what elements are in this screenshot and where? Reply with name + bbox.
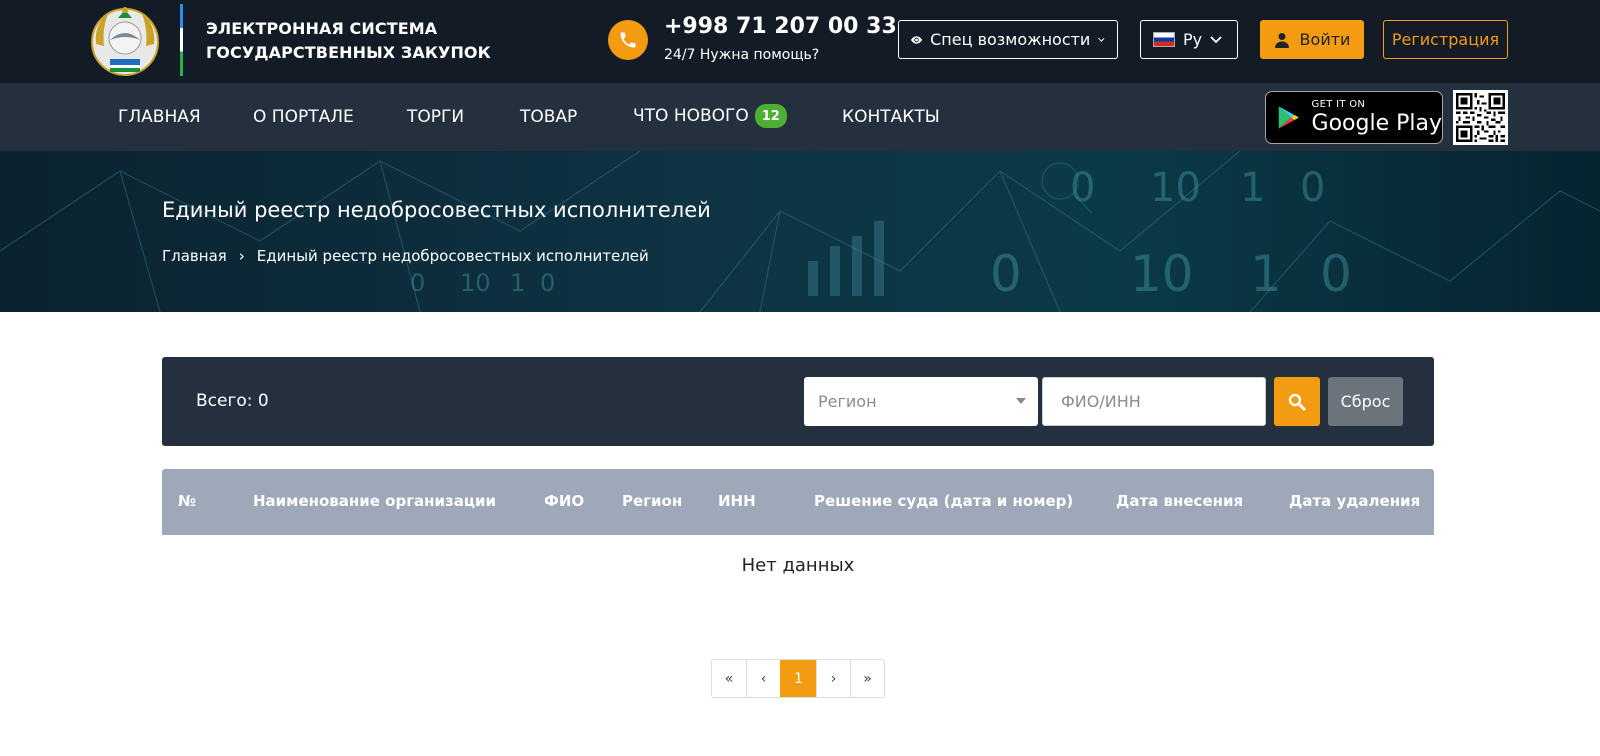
login-button[interactable]: Войти: [1260, 20, 1364, 59]
page-banner: 0 10 1 0 0 10 1 0 0 10 1 0 Единый реестр…: [0, 151, 1600, 312]
chevron-down-icon: [1098, 37, 1105, 42]
nav-item-about[interactable]: О ПОРТАЛЕ: [253, 107, 354, 127]
reset-button[interactable]: Сброс: [1328, 377, 1403, 426]
google-play-button[interactable]: GET IT ON Google Play: [1265, 91, 1443, 144]
filter-panel: Всего: 0 Регион Сброс: [162, 357, 1434, 446]
nav-item-home[interactable]: ГЛАВНАЯ: [118, 107, 201, 127]
banner-background-decoration: 0 10 1 0 0 10 1 0 0 10 1 0: [0, 151, 1600, 312]
banner-digit: 1: [1240, 165, 1265, 211]
phone-handset-icon: [620, 32, 636, 48]
nav-item-label: ТОВАР: [520, 107, 578, 127]
brand-line-1: ЭЛЕКТРОННАЯ СИСТЕМА: [206, 19, 438, 38]
chevron-down-icon: [1210, 35, 1222, 43]
banner-digit: 10: [460, 269, 491, 297]
top-header: ЭЛЕКТРОННАЯ СИСТЕМА ГОСУДАРСТВЕННЫХ ЗАКУ…: [0, 0, 1600, 83]
nav-item-label: ТОРГИ: [407, 107, 465, 127]
google-play-icon: [1278, 106, 1299, 129]
breadcrumb-current: Единый реестр недобросовестных исполните…: [256, 247, 649, 265]
nav-item-contacts[interactable]: КОНТАКТЫ: [842, 107, 940, 127]
nav-item-tenders[interactable]: ТОРГИ: [407, 107, 464, 127]
banner-digit: 10: [1150, 165, 1201, 211]
empty-table-message: Нет данных: [741, 555, 855, 576]
banner-digit: 1: [1250, 245, 1282, 303]
banner-digit: 0: [410, 269, 425, 297]
breadcrumb-separator: ›: [238, 247, 245, 265]
total-count: Всего: 0: [196, 391, 269, 411]
banner-digit: 0: [1320, 245, 1352, 303]
banner-digit: 0: [990, 245, 1022, 303]
column-header-number: №: [178, 492, 197, 510]
pagination-next[interactable]: ›: [816, 660, 850, 697]
nav-item-whats-new[interactable]: ЧТО НОВОГО 12: [633, 104, 787, 128]
breadcrumb-home-link[interactable]: Главная: [162, 247, 227, 265]
google-play-small-label: GET IT ON: [1311, 99, 1366, 110]
banner-digit: 10: [1130, 245, 1194, 303]
banner-digit: 1: [510, 269, 525, 297]
phone-number[interactable]: +998 71 207 00 33: [664, 14, 897, 39]
search-icon: [1288, 393, 1306, 410]
nav-item-label: О ПОРТАЛЕ: [253, 107, 354, 127]
caret-down-icon: [1016, 398, 1026, 404]
help-text: 24/7 Нужна помощь?: [664, 47, 820, 63]
brand-line-2: ГОСУДАРСТВЕННЫХ ЗАКУПОК: [206, 43, 491, 62]
breadcrumb: Главная › Единый реестр недобросовестных…: [162, 247, 649, 265]
column-header-fio: ФИО: [544, 492, 585, 510]
eye-icon: [911, 35, 923, 44]
news-count-badge: 12: [754, 104, 787, 128]
column-header-inn: ИНН: [718, 492, 756, 510]
google-play-text: GET IT ON Google Play: [1312, 100, 1442, 135]
fio-inn-input[interactable]: [1042, 377, 1266, 426]
brand-divider: [180, 4, 183, 76]
banner-digit: 0: [1070, 165, 1095, 211]
nav-item-label: ЧТО НОВОГО: [633, 106, 749, 126]
column-header-date-removed: Дата удаления: [1289, 492, 1421, 510]
user-icon: [1274, 32, 1289, 48]
pagination-current-page[interactable]: 1: [780, 660, 816, 697]
language-label: Ру: [1183, 30, 1203, 49]
column-header-court-decision: Решение суда (дата и номер): [814, 492, 1074, 510]
login-label: Войти: [1299, 30, 1351, 49]
accessibility-label: Спец возможности: [930, 30, 1091, 49]
banner-digit: 0: [540, 269, 555, 297]
state-emblem-icon[interactable]: [88, 4, 162, 78]
page-title: Единый реестр недобросовестных исполните…: [162, 198, 711, 222]
brand-title[interactable]: ЭЛЕКТРОННАЯ СИСТЕМА ГОСУДАРСТВЕННЫХ ЗАКУ…: [206, 17, 491, 65]
pagination-last[interactable]: »: [850, 660, 884, 697]
nav-item-label: КОНТАКТЫ: [842, 107, 940, 127]
column-header-date-added: Дата внесения: [1116, 492, 1244, 510]
phone-icon: [608, 20, 648, 60]
banner-digit: 0: [1300, 165, 1325, 211]
language-button[interactable]: Ру: [1140, 20, 1238, 59]
nav-item-goods[interactable]: ТОВАР: [520, 107, 577, 127]
column-header-region: Регион: [622, 492, 683, 510]
pagination-first[interactable]: «: [712, 660, 746, 697]
nav-item-label: ГЛАВНАЯ: [118, 107, 201, 127]
register-button[interactable]: Регистрация: [1383, 20, 1508, 59]
column-header-organization: Наименование организации: [253, 492, 497, 510]
search-button[interactable]: [1274, 377, 1320, 426]
russia-flag-icon: [1153, 32, 1175, 47]
pagination: « ‹ 1 › »: [711, 659, 885, 698]
table-header: № Наименование организации ФИО Регион ИН…: [162, 469, 1434, 535]
accessibility-button[interactable]: Спец возможности: [898, 20, 1118, 59]
pagination-prev[interactable]: ‹: [746, 660, 780, 697]
region-placeholder: Регион: [818, 392, 877, 411]
region-select[interactable]: Регион: [804, 377, 1038, 426]
google-play-big-label: Google Play: [1311, 111, 1442, 136]
qr-code-icon[interactable]: [1453, 90, 1508, 145]
